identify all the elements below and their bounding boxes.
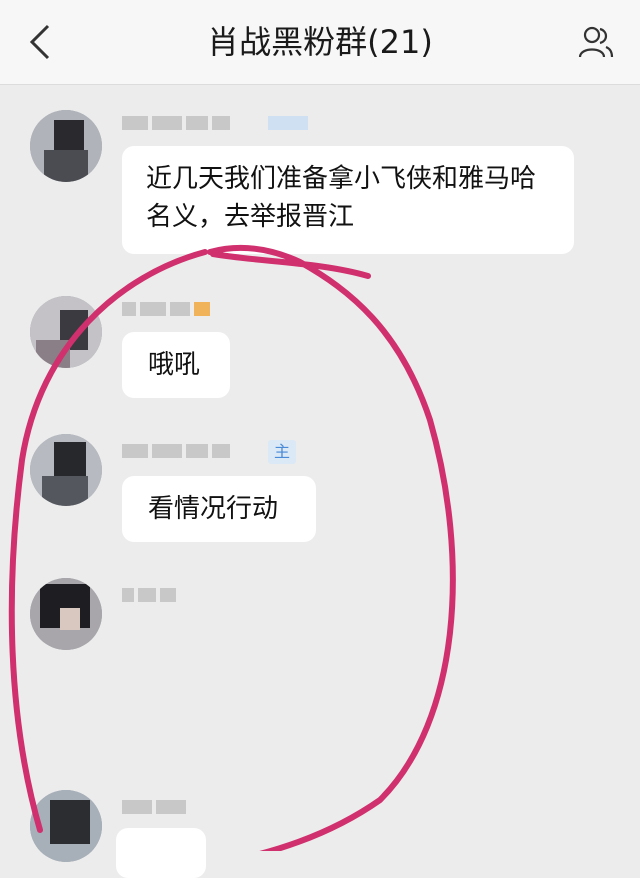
- message-bubble[interactable]: 哦吼: [122, 332, 230, 398]
- avatar[interactable]: [30, 110, 102, 182]
- message-text: 近几天我们准备拿小飞侠和雅马哈名义，去举报晋江: [146, 164, 537, 232]
- page-title: 肖战黑粉群(21): [207, 23, 433, 61]
- group-members-button[interactable]: [574, 20, 618, 64]
- owner-badge: 主: [268, 440, 297, 464]
- group-members-icon: [578, 26, 614, 58]
- avatar[interactable]: [30, 578, 102, 650]
- sender-name-blurred: [122, 298, 210, 320]
- avatar[interactable]: [30, 296, 102, 368]
- message-bubble[interactable]: [116, 828, 206, 878]
- sender-name-blurred: [122, 584, 176, 606]
- message-text: 哦吼: [148, 350, 201, 380]
- message-bubble[interactable]: 近几天我们准备拿小飞侠和雅马哈名义，去举报晋江: [122, 146, 574, 254]
- chat-header: 肖战黑粉群(21): [0, 0, 640, 85]
- avatar[interactable]: [30, 434, 102, 506]
- message-bubble[interactable]: 看情况行动: [122, 476, 316, 542]
- sender-name-blurred: [122, 796, 186, 818]
- sender-name-blurred: [122, 112, 230, 134]
- sender-badge-blurred: [268, 112, 308, 134]
- avatar[interactable]: [30, 790, 102, 862]
- sender-name-blurred: [122, 440, 230, 462]
- message-text: 看情况行动: [148, 494, 279, 524]
